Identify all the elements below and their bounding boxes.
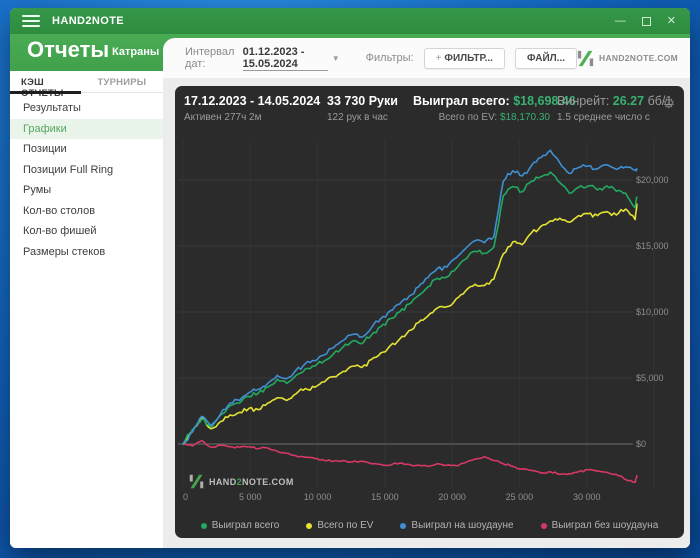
sidebar-item[interactable]: Позиции <box>10 139 163 160</box>
x-axis-tick: 15 000 <box>371 492 399 502</box>
sidebar-item[interactable]: Размеры стеков <box>10 242 163 263</box>
legend-dot-icon <box>200 522 207 529</box>
tab-tournaments[interactable]: ТУРНИРЫ <box>87 71 164 92</box>
hand2note-logo-icon <box>577 50 594 66</box>
brand-text: HAND2NOTE.COM <box>599 53 678 63</box>
chart-watermark: HAND2NOTE.COM <box>189 474 294 489</box>
main-content: 17.12.2023 - 14.05.2024 Активен 277ч 2м … <box>163 71 690 548</box>
sidebar-item[interactable]: Результаты <box>10 98 163 119</box>
watermark-text: HAND2NOTE.COM <box>209 476 294 487</box>
series-line <box>182 203 638 445</box>
legend-label: Выиграл всего <box>211 520 280 531</box>
brand-link[interactable]: HAND2NOTE.COM <box>577 50 678 67</box>
stat-hands: 33 730 Руки 122 рук в час <box>327 94 398 123</box>
legend-item[interactable]: Выиграл без шоудауна <box>540 520 659 531</box>
stat-winnings: Выиграл всего: $18,698.46 Всего по EV: $… <box>413 94 576 123</box>
y-axis-tick: $0 <box>636 439 646 449</box>
legend-dot-icon <box>540 522 547 529</box>
hand2note-logo-icon <box>189 474 204 489</box>
chart-panel: 17.12.2023 - 14.05.2024 Активен 277ч 2м … <box>175 86 684 538</box>
page-title: Отчеты <box>27 37 110 62</box>
sidebar-item[interactable]: Графики <box>10 118 163 139</box>
tab-cash-reports[interactable]: КЭШ ОТЧЕТЫ <box>10 71 87 99</box>
stat-period: 17.12.2023 - 14.05.2024 Активен 277ч 2м <box>184 94 321 123</box>
sidebar-item[interactable]: Кол-во фишей <box>10 221 163 242</box>
legend-item[interactable]: Выиграл всего <box>200 520 280 531</box>
y-axis-tick: $5,000 <box>636 373 664 383</box>
app-window: HAND2NOTE — ✕ Отчеты Катраны 100Р (7)▼ И… <box>10 8 690 548</box>
series-line <box>182 171 638 445</box>
sidebar: КЭШ ОТЧЕТЫ ТУРНИРЫ Результаты Графики Пози… <box>10 71 163 548</box>
gear-icon[interactable]: ⚙ <box>662 96 675 110</box>
sidebar-tabs: КЭШ ОТЧЕТЫ ТУРНИРЫ <box>10 71 164 99</box>
x-axis-tick: 20 000 <box>438 492 466 502</box>
y-axis-tick: $20,000 <box>636 175 669 185</box>
x-axis-tick: 10 000 <box>304 492 332 502</box>
sidebar-item[interactable]: Кол-во столов <box>10 201 163 222</box>
x-axis-tick: 25 000 <box>506 492 534 502</box>
report-toolbar: Интервал дат: 01.12.2023 - 15.05.2024 ▼ … <box>163 38 690 78</box>
chart-legend: Выиграл всего Всего по EV Выиграл на шоуда… <box>175 520 684 531</box>
stats-header: 17.12.2023 - 14.05.2024 Активен 277ч 2м … <box>184 94 684 136</box>
filters-label: Фильтры: <box>365 52 414 64</box>
x-axis-tick: 5 000 <box>239 492 262 502</box>
series-line <box>182 149 638 445</box>
legend-item[interactable]: Выиграл на шоудауне <box>400 520 514 531</box>
hamburger-menu-icon[interactable] <box>22 15 40 27</box>
file-button[interactable]: ФАЙЛ... <box>514 47 577 69</box>
interval-label: Интервал дат: <box>185 46 235 70</box>
y-axis-tick: $10,000 <box>636 307 669 317</box>
sidebar-item[interactable]: Румы <box>10 180 163 201</box>
legend-dot-icon <box>400 522 407 529</box>
legend-dot-icon <box>306 522 313 529</box>
line-chart: $0 $5,000 $10,000 $15,000 $20,000 0 5 000 10 00… <box>178 140 684 508</box>
close-button[interactable]: ✕ <box>667 15 676 27</box>
chevron-down-icon: ▼ <box>331 53 340 63</box>
maximize-button[interactable] <box>641 16 651 26</box>
add-filter-button[interactable]: + ФИЛЬТР... <box>423 47 505 69</box>
title-bar: HAND2NOTE — ✕ <box>10 8 690 34</box>
legend-label: Выиграл на шоудауне <box>411 520 514 531</box>
legend-label: Всего по EV <box>317 520 374 531</box>
plus-icon: + <box>435 52 442 64</box>
minimize-button[interactable]: — <box>615 15 626 27</box>
date-range-selector[interactable]: 01.12.2023 - 15.05.2024 <box>242 46 328 71</box>
legend-item[interactable]: Всего по EV <box>306 520 373 531</box>
window-title: HAND2NOTE <box>52 15 125 27</box>
sidebar-menu: Результаты Графики Позиции Позиции Full Rin… <box>10 93 163 262</box>
x-axis-tick: 30 000 <box>573 492 601 502</box>
sidebar-item[interactable]: Позиции Full Ring <box>10 160 163 181</box>
x-axis-tick: 0 <box>183 492 188 502</box>
legend-label: Выиграл без шоудауна <box>551 520 659 531</box>
y-axis-tick: $15,000 <box>636 241 669 251</box>
